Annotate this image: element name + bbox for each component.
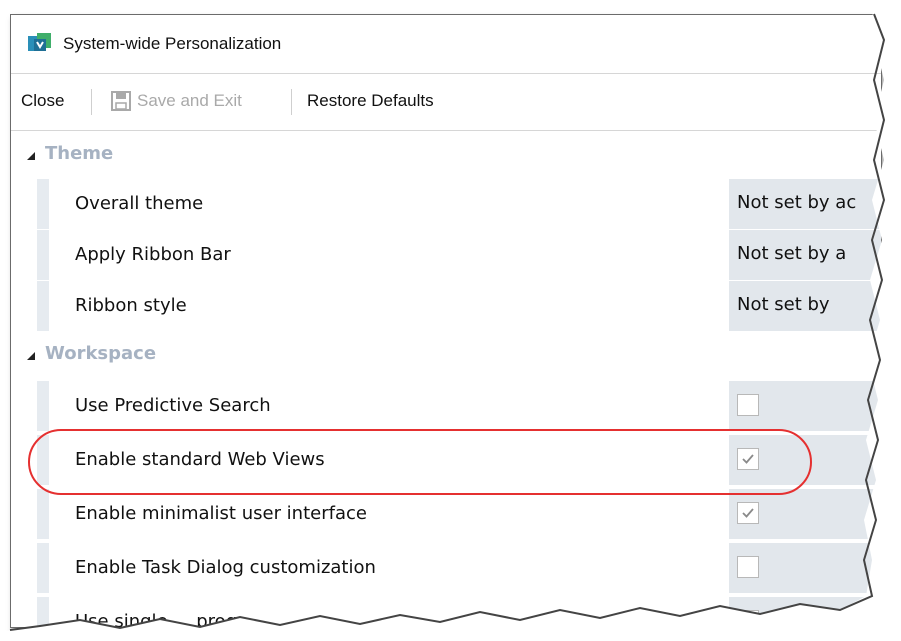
setting-row-use-predictive-search[interactable]: Use Predictive Search (11, 381, 881, 432)
row-gutter (37, 281, 49, 331)
setting-label: Enable minimalist user interface (75, 503, 367, 524)
toolbar-divider (11, 130, 881, 131)
row-gutter (37, 543, 49, 593)
personalization-window: System-wide Personalization Close Save a… (10, 14, 882, 628)
save-and-exit-button[interactable]: Save and Exit (137, 91, 242, 111)
checkmark-icon (742, 508, 754, 518)
toolbar: Close Save and Exit Restore Defaults (11, 85, 881, 119)
setting-row-overall-theme[interactable]: Overall theme Not set by ac (11, 179, 881, 230)
setting-value: Not set by (737, 294, 830, 315)
row-gutter (37, 597, 49, 627)
section-label: Workspace (45, 343, 157, 364)
save-icon (111, 91, 131, 111)
setting-value-cell (729, 543, 881, 593)
setting-value: Not set by ac (737, 192, 857, 213)
setting-row-apply-ribbon-bar[interactable]: Apply Ribbon Bar Not set by a (11, 230, 881, 281)
setting-value: Not set by a (737, 243, 847, 264)
checkbox-unchecked[interactable] (737, 556, 759, 578)
restore-defaults-button[interactable]: Restore Defaults (307, 91, 434, 111)
setting-row-use-single-prog[interactable]: Use single ... prog (11, 597, 881, 628)
toolbar-separator (291, 89, 292, 115)
row-gutter (37, 381, 49, 431)
setting-value-cell (729, 435, 881, 485)
checkbox-unchecked[interactable] (737, 610, 759, 627)
setting-row-ribbon-style[interactable]: Ribbon style Not set by (11, 281, 881, 332)
section-label: Theme (45, 143, 114, 164)
row-gutter (37, 230, 49, 280)
setting-row-enable-minimalist-ui[interactable]: Enable minimalist user interface (11, 489, 881, 540)
setting-label: Ribbon style (75, 295, 187, 316)
close-button[interactable]: Close (21, 91, 64, 111)
app-icon (28, 33, 52, 55)
setting-label: Use single ... prog (75, 611, 238, 628)
row-gutter (37, 489, 49, 539)
setting-value-cell (729, 597, 881, 627)
setting-row-enable-standard-web-views[interactable]: Enable standard Web Views (11, 435, 881, 486)
window-title: System-wide Personalization (63, 34, 282, 53)
setting-value-cell (729, 381, 881, 431)
collapse-triangle-icon[interactable] (25, 147, 37, 160)
setting-label: Use Predictive Search (75, 395, 271, 416)
title-divider (11, 73, 881, 74)
toolbar-separator (91, 89, 92, 115)
setting-label: Apply Ribbon Bar (75, 244, 231, 265)
checkmark-icon (742, 454, 754, 464)
checkbox-checked[interactable] (737, 448, 759, 470)
setting-value-cell[interactable]: Not set by a (729, 230, 881, 280)
row-gutter (37, 179, 49, 229)
collapse-triangle-icon[interactable] (25, 347, 37, 360)
setting-value-cell (729, 489, 881, 539)
section-theme[interactable]: Theme (11, 133, 881, 173)
checkbox-checked[interactable] (737, 502, 759, 524)
setting-label: Enable Task Dialog customization (75, 557, 376, 578)
setting-value-cell[interactable]: Not set by (729, 281, 881, 331)
title-bar: System-wide Personalization (11, 15, 881, 73)
checkbox-unchecked[interactable] (737, 394, 759, 416)
setting-value-cell[interactable]: Not set by ac (729, 179, 881, 229)
row-gutter (37, 435, 49, 485)
setting-row-enable-task-dialog-customization[interactable]: Enable Task Dialog customization (11, 543, 881, 594)
setting-label: Enable standard Web Views (75, 449, 325, 470)
setting-label: Overall theme (75, 193, 204, 214)
section-workspace[interactable]: Workspace (11, 333, 881, 373)
